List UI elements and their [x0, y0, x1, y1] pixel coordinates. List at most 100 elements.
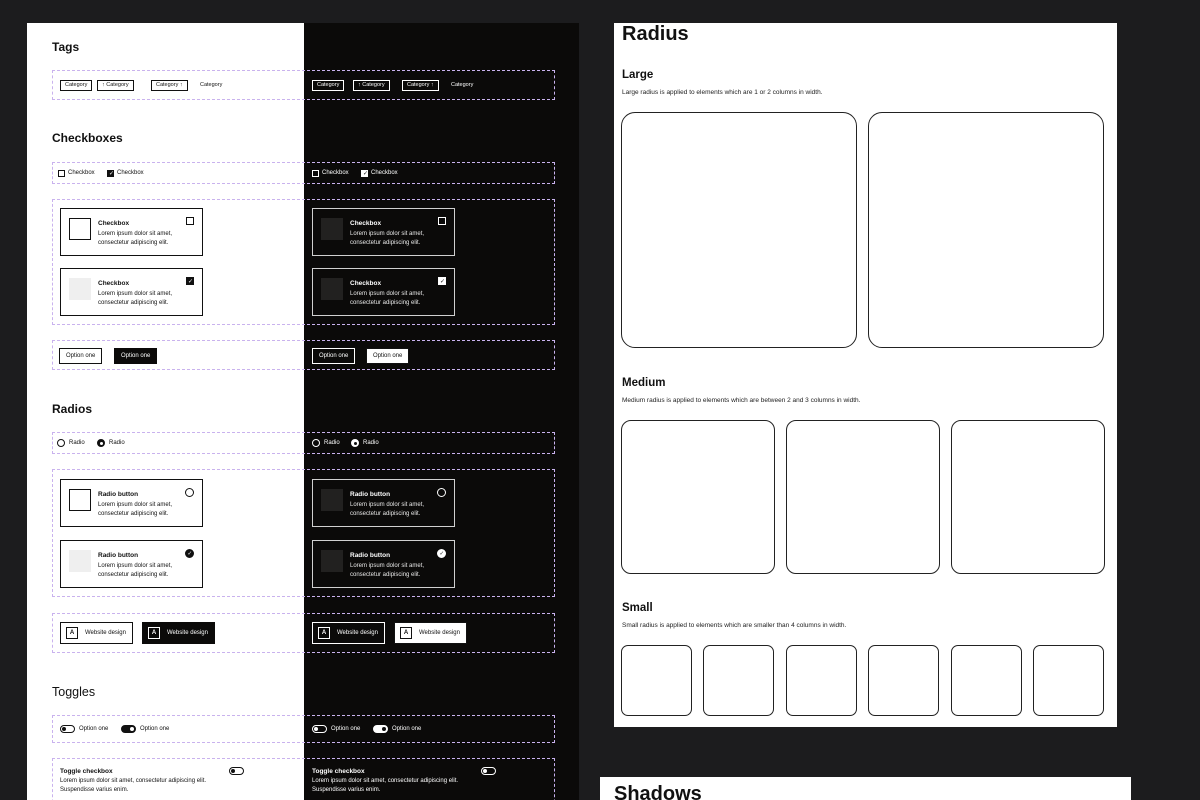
website-design-option-selected-dark[interactable]: A Website design: [394, 622, 467, 644]
toggle-label-dark: Option one: [331, 726, 361, 732]
card-thumbnail: [321, 218, 343, 240]
card-title: Checkbox: [98, 280, 130, 287]
check-icon: ✓: [440, 279, 446, 285]
card-radio-selected[interactable]: ✓: [185, 549, 194, 558]
check-icon: ✓: [187, 551, 193, 557]
toggle-card-switch[interactable]: [229, 767, 244, 775]
card-thumbnail: [69, 489, 91, 511]
tag-category-trailing-icon-dark[interactable]: Category ↑: [402, 80, 439, 91]
card-title: Radio button: [350, 491, 391, 498]
option-button-selected-dark[interactable]: Option one: [366, 348, 410, 364]
website-design-option-dark[interactable]: A Website design: [312, 622, 385, 644]
small-radius-box: [1033, 645, 1104, 716]
radius-title: Radius: [622, 23, 689, 45]
medium-radius-box: [621, 420, 775, 574]
radio-card[interactable]: Radio button Lorem ipsum dolor sit amet,…: [60, 479, 203, 527]
radio-card-selected[interactable]: Radio button Lorem ipsum dolor sit amet,…: [60, 540, 203, 588]
arrow-up-icon: ↑: [430, 82, 434, 88]
card-title: Radio button: [98, 552, 139, 559]
card-radio[interactable]: [185, 488, 194, 497]
option-button[interactable]: Option one: [59, 348, 103, 364]
letter-a-icon: A: [148, 627, 160, 639]
radio-unselected-dark[interactable]: [312, 439, 320, 447]
toggles-heading: Toggles: [52, 685, 96, 699]
card-radio-selected[interactable]: ✓: [437, 549, 446, 558]
tag-category-plain-dark[interactable]: Category: [451, 80, 473, 91]
radio-unselected[interactable]: [57, 439, 65, 447]
large-radius-box: [868, 112, 1104, 348]
card-radio[interactable]: [437, 488, 446, 497]
check-icon: ✓: [439, 551, 445, 557]
checkbox-checked[interactable]: ✓: [107, 170, 114, 177]
toggle-card-description-dark: Lorem ipsum dolor sit amet, consectetur …: [312, 778, 459, 793]
tag-category-dark[interactable]: Category: [312, 80, 345, 91]
card-thumbnail: [321, 489, 343, 511]
checkbox-card-checked[interactable]: Checkbox Lorem ipsum dolor sit amet, con…: [60, 268, 203, 316]
radio-card-selected-dark[interactable]: Radio button Lorem ipsum dolor sit amet,…: [312, 540, 455, 588]
radio-selected[interactable]: [97, 439, 105, 447]
checkbox-label-dark: Checkbox: [322, 170, 349, 176]
website-design-option-selected[interactable]: A Website design: [142, 622, 215, 644]
dark-mode-panel: [304, 23, 579, 800]
small-radius-box: [951, 645, 1022, 716]
radio-card-dark[interactable]: Radio button Lorem ipsum dolor sit amet,…: [312, 479, 455, 527]
radio-label-dark: Radio: [324, 440, 340, 446]
checkbox-checked-dark[interactable]: ✓: [361, 170, 368, 177]
large-radius-box: [621, 112, 857, 348]
toggle-card-description: Lorem ipsum dolor sit amet, consectetur …: [60, 778, 207, 793]
large-description: Large radius is applied to elements whic…: [622, 89, 823, 96]
letter-a-icon: A: [400, 627, 412, 639]
checkbox-card-dark[interactable]: Checkbox Lorem ipsum dolor sit amet, con…: [312, 208, 455, 256]
toggle-on-dark[interactable]: [373, 725, 388, 733]
tags-heading: Tags: [52, 40, 80, 54]
medium-radius-box: [786, 420, 940, 574]
toggle-off-dark[interactable]: [312, 725, 327, 733]
card-title: Checkbox: [350, 220, 382, 227]
arrow-up-icon: ↑: [358, 82, 361, 88]
card-thumbnail: [69, 550, 91, 572]
card-description: Lorem ipsum dolor sit amet, consectetur …: [350, 231, 425, 246]
letter-a-icon: A: [318, 627, 330, 639]
toggle-card-switch-dark[interactable]: [481, 767, 496, 775]
card-title: Checkbox: [98, 220, 130, 227]
card-description: Lorem ipsum dolor sit amet, consectetur …: [98, 231, 173, 246]
checkbox-card-checked-dark[interactable]: Checkbox Lorem ipsum dolor sit amet, con…: [312, 268, 455, 316]
toggle-on[interactable]: [121, 725, 136, 733]
card-description: Lorem ipsum dolor sit amet, consectetur …: [98, 563, 173, 578]
card-checkbox[interactable]: [186, 217, 194, 225]
card-thumbnail: [321, 278, 343, 300]
toggle-card-title: Toggle checkbox: [60, 768, 113, 775]
radio-label: Radio: [109, 440, 125, 446]
small-radius-box: [703, 645, 774, 716]
shadows-title: Shadows: [614, 783, 702, 800]
checkbox-label-dark: Checkbox: [371, 170, 398, 176]
tag-category-plain[interactable]: Category: [200, 80, 222, 91]
checkbox-unchecked-dark[interactable]: [312, 170, 319, 177]
toggle-off[interactable]: [60, 725, 75, 733]
card-title: Checkbox: [350, 280, 382, 287]
option-button-selected[interactable]: Option one: [114, 348, 158, 364]
card-checkbox[interactable]: [438, 217, 446, 225]
small-radius-box: [868, 645, 939, 716]
toggle-label: Option one: [140, 726, 170, 732]
medium-description: Medium radius is applied to elements whi…: [622, 397, 861, 404]
radius-artboard: Radius Large Large radius is applied to …: [614, 23, 1117, 727]
option-button-dark[interactable]: Option one: [312, 348, 356, 364]
components-artboard: Tags Category ↑ Category Category ↑ Cate…: [27, 23, 579, 800]
tag-category[interactable]: Category: [60, 80, 93, 91]
tag-category-with-icon-dark[interactable]: ↑ Category: [353, 80, 390, 91]
card-description: Lorem ipsum dolor sit amet, consectetur …: [350, 563, 425, 578]
tag-category-with-icon[interactable]: ↑ Category: [97, 80, 134, 91]
radios-heading: Radios: [52, 402, 93, 416]
card-checkbox-checked[interactable]: ✓: [438, 277, 446, 285]
check-icon: ✓: [188, 279, 194, 285]
toggle-label: Option one: [79, 726, 109, 732]
checkbox-card[interactable]: Checkbox Lorem ipsum dolor sit amet, con…: [60, 208, 203, 256]
toggle-label-dark: Option one: [392, 726, 422, 732]
tag-category-trailing-icon[interactable]: Category ↑: [151, 80, 188, 91]
card-checkbox-checked[interactable]: ✓: [186, 277, 194, 285]
radio-selected-dark[interactable]: [351, 439, 359, 447]
website-design-option[interactable]: A Website design: [60, 622, 133, 644]
checkbox-unchecked[interactable]: [58, 170, 65, 177]
small-heading: Small: [622, 602, 653, 614]
